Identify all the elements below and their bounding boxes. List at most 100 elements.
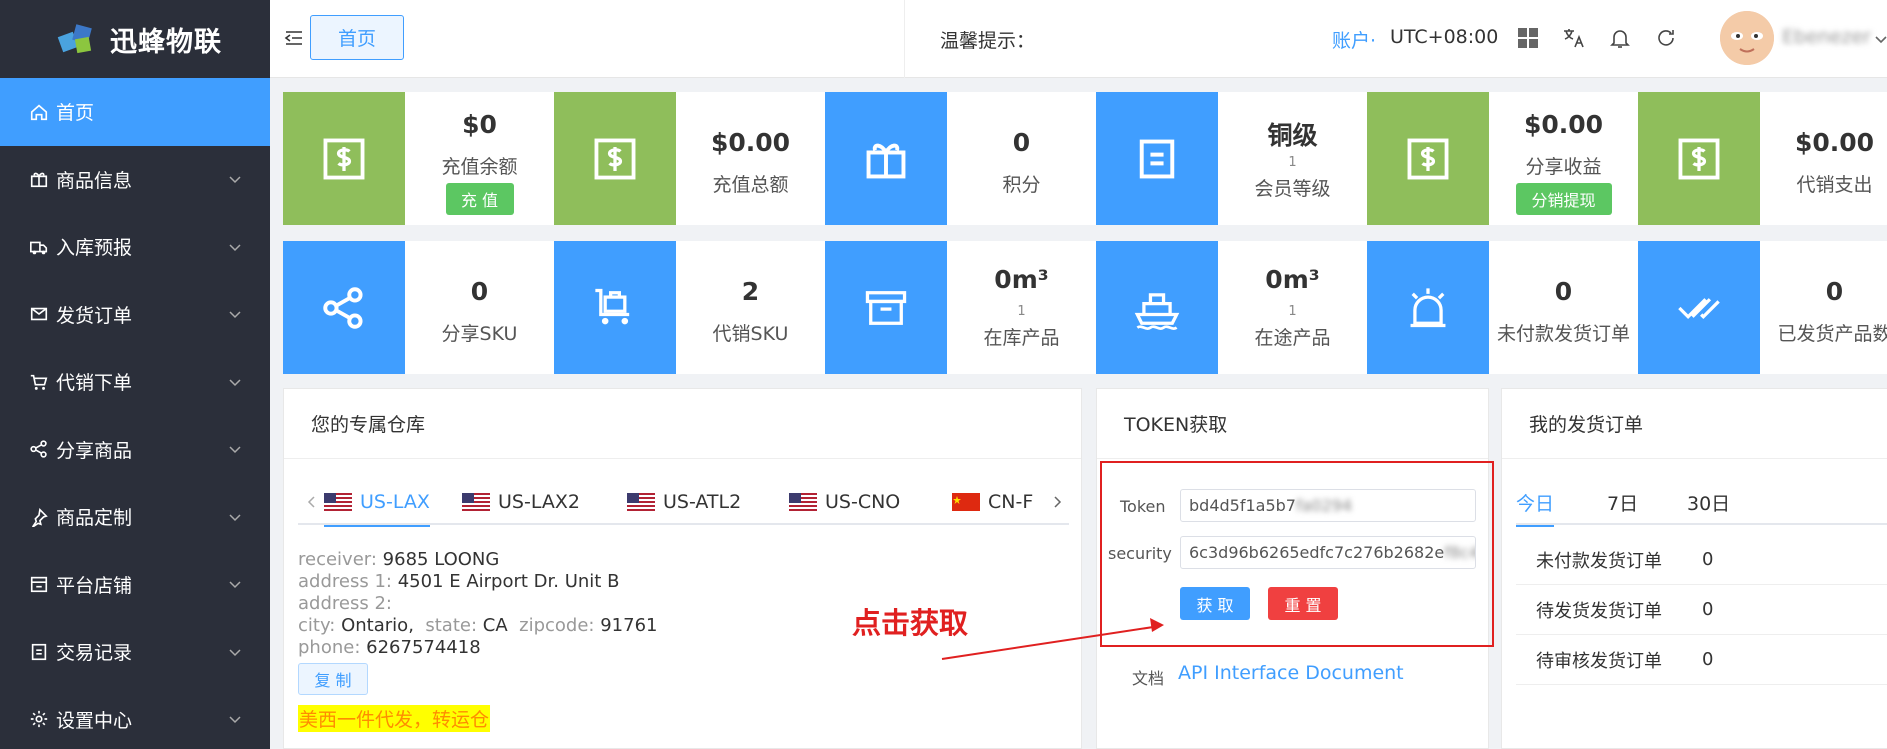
sidebar-item-icon — [28, 371, 50, 393]
order-row-count: 0 — [1702, 549, 1714, 570]
chevron-down-icon[interactable] — [1874, 32, 1887, 46]
cart-icon — [30, 374, 48, 390]
warehouse-tab-3[interactable]: US-CNO — [789, 479, 900, 525]
get-token-button[interactable]: 获 取 — [1180, 587, 1250, 620]
bell-icon[interactable] — [1608, 26, 1632, 50]
security-label: security — [1108, 544, 1172, 563]
sidebar-item-label: 商品信息 — [56, 169, 133, 192]
sidebar-item-1[interactable]: 商品信息 — [0, 146, 270, 214]
token-title: TOKEN获取 — [1097, 389, 1488, 459]
orders-tab-2[interactable]: 30日 — [1687, 479, 1730, 525]
warehouse-tab-1[interactable]: US-LAX2 — [462, 479, 580, 525]
mail-send-icon — [30, 307, 48, 321]
timezone-label[interactable]: UTC+08:00 — [1390, 26, 1498, 48]
sidebar-item-icon — [28, 506, 50, 528]
translate-icon[interactable] — [1562, 26, 1586, 50]
warehouse-tab-label: US-LAX — [360, 491, 430, 513]
gear-icon — [30, 711, 48, 728]
sidebar-item-icon — [28, 438, 50, 460]
home-icon — [30, 104, 48, 120]
collapse-menu-icon[interactable] — [284, 28, 304, 48]
stat-icon-box — [1096, 241, 1218, 374]
orders-tabs: 今日 7日 30日 — [1516, 479, 1887, 527]
grid-icon[interactable] — [1516, 26, 1540, 50]
sidebar-item-9[interactable]: 设置中心 — [0, 686, 270, 749]
warehouse-tab-2[interactable]: US-ATL2 — [627, 479, 741, 525]
chevron-down-icon[interactable] — [228, 645, 242, 659]
warehouse-box-icon — [865, 290, 907, 325]
stat-card: 0 分享SKU — [283, 241, 554, 374]
stat-label: 在库产品 — [983, 327, 1060, 349]
stat-icon-box — [1367, 241, 1489, 374]
refresh-icon[interactable] — [1654, 26, 1678, 50]
sidebar-item-6[interactable]: 商品定制 — [0, 483, 270, 551]
sidebar-item-label: 分享商品 — [56, 439, 133, 462]
stat-sub: 1 — [1017, 304, 1026, 319]
chevron-down-icon[interactable] — [228, 375, 242, 389]
stat-label: 分享SKU — [441, 323, 518, 345]
stat-value: 铜级 — [1267, 121, 1318, 150]
chevron-down-icon[interactable] — [228, 307, 242, 321]
chevron-down-icon[interactable] — [228, 442, 242, 456]
chevron-down-icon[interactable] — [228, 577, 242, 591]
chevron-down-icon[interactable] — [228, 712, 242, 726]
double-check-icon — [1678, 297, 1720, 319]
sidebar-item-label: 代销下单 — [56, 372, 133, 395]
account-link[interactable]: 账户· — [1332, 26, 1376, 53]
notice-label: 温馨提示： — [940, 30, 1036, 52]
sidebar-item-icon — [28, 573, 50, 595]
order-row[interactable]: 待审核发货订单 0 — [1516, 635, 1887, 685]
chevron-right-icon[interactable] — [1051, 495, 1063, 509]
copy-button[interactable]: 复 制 — [298, 663, 368, 695]
stat-action-button[interactable]: 分销提现 — [1515, 183, 1612, 215]
order-row[interactable]: 待发货发货订单 0 — [1516, 585, 1887, 635]
stat-icon-box — [554, 241, 676, 374]
sidebar-item-4[interactable]: 代销下单 — [0, 348, 270, 416]
address1-key: address 1: — [298, 571, 392, 592]
logo[interactable]: 迅蜂物联 — [0, 0, 270, 78]
stat-action-button[interactable]: 充 值 — [445, 183, 514, 215]
stat-sub: 1 — [1288, 304, 1297, 319]
order-row[interactable]: 未付款发货订单 0 — [1516, 535, 1887, 585]
sidebar-item-3[interactable]: 发货订单 — [0, 281, 270, 349]
sidebar-item-5[interactable]: 分享商品 — [0, 416, 270, 484]
sidebar-item-0[interactable]: 首页 — [0, 78, 270, 146]
stat-value: $0.00 — [1523, 110, 1604, 139]
avatar[interactable] — [1720, 11, 1774, 65]
sidebar-item-2[interactable]: 入库预报 — [0, 213, 270, 281]
chevron-down-icon[interactable] — [228, 240, 242, 254]
tab-home[interactable]: 首页 — [310, 15, 404, 60]
sidebar-item-icon — [28, 168, 50, 190]
sidebar-item-8[interactable]: 交易记录 — [0, 618, 270, 686]
stat-value: 0 — [1012, 128, 1031, 157]
username[interactable]: Ebenezer — [1782, 26, 1871, 48]
warehouse-tab-4[interactable]: CN-F — [952, 479, 1040, 525]
api-doc-link[interactable]: API Interface Document — [1178, 662, 1404, 684]
stat-value: 0m³ — [994, 265, 1049, 294]
orders-tab-0[interactable]: 今日 — [1516, 479, 1555, 527]
security-input[interactable]: 6c3d96b6265edfc7c276b2682ef8c4b3 — [1180, 536, 1476, 569]
order-row-count: 0 — [1702, 649, 1714, 670]
city-value: Ontario, — [341, 615, 414, 636]
chevron-left-icon[interactable] — [306, 495, 318, 509]
doc-label: 文档 — [1132, 669, 1165, 688]
stat-card: $0.00 分享收益 分销提现 — [1367, 92, 1638, 225]
chevron-down-icon[interactable] — [228, 172, 242, 186]
stat-icon-box — [283, 241, 405, 374]
orders-title: 我的发货订单 — [1502, 389, 1887, 459]
warehouse-title: 您的专属仓库 — [284, 389, 1081, 459]
token-input[interactable]: bd4d5f1a5b7 fa0294 — [1180, 489, 1476, 522]
reset-token-button[interactable]: 重 置 — [1268, 587, 1338, 620]
stat-card: 0m³ 1 在库产品 — [825, 241, 1096, 374]
receiver-key: receiver: — [298, 549, 377, 570]
sidebar-item-label: 交易记录 — [56, 642, 133, 665]
chevron-down-icon[interactable] — [228, 510, 242, 524]
sidebar-item-icon — [28, 641, 50, 663]
sidebar-item-7[interactable]: 平台店铺 — [0, 551, 270, 619]
orders-tab-1[interactable]: 7日 — [1607, 479, 1638, 525]
stat-label: 代销SKU — [712, 323, 789, 345]
address1-value: 4501 E Airport Dr. Unit B — [397, 571, 620, 592]
order-row-name: 待发货发货订单 — [1536, 600, 1662, 622]
warehouse-tab-0[interactable]: US-LAX — [324, 479, 430, 527]
stat-value: 0m³ — [1265, 265, 1320, 294]
